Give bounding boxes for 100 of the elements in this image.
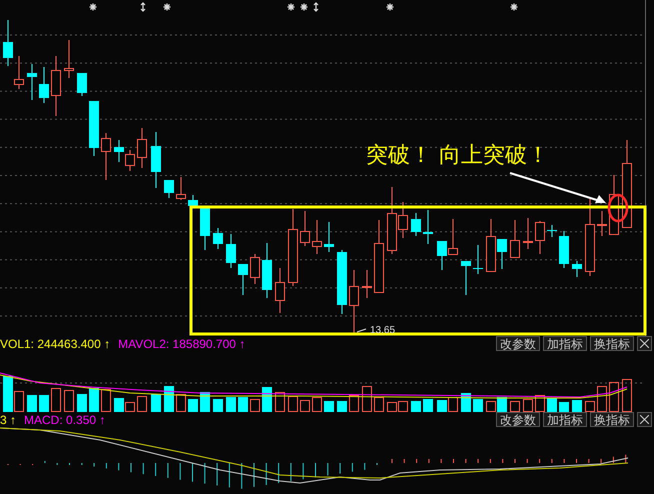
volume-bar bbox=[213, 399, 223, 412]
volume-bar bbox=[497, 397, 507, 412]
volume-bar bbox=[200, 392, 210, 412]
asterisk-icon bbox=[386, 2, 394, 12]
volume-bar bbox=[262, 387, 272, 412]
candlestick bbox=[176, 176, 186, 200]
candlestick bbox=[535, 220, 545, 254]
candlestick bbox=[226, 234, 236, 268]
indicator-button[interactable]: 加指标 bbox=[543, 336, 587, 351]
volume-bar bbox=[324, 401, 334, 412]
volume-bar bbox=[125, 402, 135, 412]
candlestick bbox=[597, 210, 607, 236]
candlestick bbox=[523, 218, 533, 250]
candlestick bbox=[89, 100, 99, 156]
annotation-text: 突破！ 向上突破！ bbox=[366, 143, 549, 168]
volume-bar bbox=[523, 399, 533, 412]
asterisk-icon bbox=[510, 2, 518, 12]
volume-bar bbox=[77, 394, 87, 412]
candlestick bbox=[547, 224, 557, 238]
volume-bar bbox=[437, 400, 447, 412]
candlestick bbox=[362, 270, 372, 298]
volume-bar bbox=[188, 399, 198, 412]
candlestick bbox=[101, 132, 111, 180]
close-icon bbox=[640, 339, 649, 348]
close-button[interactable] bbox=[637, 336, 652, 351]
asterisk-icon bbox=[88, 2, 98, 12]
indicator-value: MACD: 0.350 ↑ bbox=[24, 412, 106, 426]
volume-bar bbox=[398, 401, 408, 412]
candlestick bbox=[64, 40, 74, 78]
volume-bar bbox=[51, 388, 61, 412]
volume-bar bbox=[473, 399, 483, 412]
candlestick bbox=[200, 208, 210, 250]
candlestick bbox=[609, 174, 619, 236]
volume-bar bbox=[559, 402, 569, 412]
volume-bar bbox=[312, 397, 322, 412]
double-arrow-icon bbox=[313, 2, 319, 12]
volume-bar bbox=[609, 382, 619, 412]
candlestick bbox=[349, 270, 359, 336]
volume-bar bbox=[176, 394, 186, 412]
candlestick bbox=[262, 242, 272, 298]
indicator-value: VOL1: 244463.400 ↑ bbox=[0, 336, 110, 350]
candlestick bbox=[473, 244, 483, 274]
indicator-button[interactable]: 改参数 bbox=[496, 412, 540, 427]
candlestick bbox=[188, 194, 198, 208]
volume-bar bbox=[250, 399, 260, 412]
candlestick bbox=[437, 240, 447, 270]
volume-bar bbox=[89, 388, 99, 412]
candlestick bbox=[411, 212, 421, 236]
volume-bar bbox=[238, 397, 248, 412]
volume-bar bbox=[387, 402, 397, 412]
volume-bar bbox=[39, 395, 49, 412]
candlestick bbox=[461, 260, 471, 296]
volume-bar bbox=[585, 401, 595, 412]
candlestick bbox=[337, 250, 347, 314]
volume-bar bbox=[288, 396, 298, 412]
candlestick bbox=[324, 222, 334, 252]
indicator-button[interactable]: 改参数 bbox=[496, 336, 540, 351]
volume-bar bbox=[411, 401, 421, 412]
candlestick bbox=[77, 72, 87, 96]
volume-bar bbox=[27, 395, 37, 412]
volume-bar bbox=[547, 398, 557, 412]
candlestick bbox=[151, 132, 161, 188]
highlight-circle bbox=[608, 194, 628, 222]
volume-bar bbox=[374, 397, 384, 412]
close-icon bbox=[640, 415, 649, 424]
candlestick bbox=[137, 128, 147, 168]
candlestick bbox=[300, 210, 310, 246]
candlestick bbox=[250, 254, 260, 284]
indicator-button[interactable]: 换指标 bbox=[590, 412, 634, 427]
candlestick bbox=[39, 66, 49, 104]
close-button[interactable] bbox=[637, 412, 652, 427]
candlestick bbox=[213, 228, 223, 250]
volume-bar bbox=[597, 386, 607, 412]
volume-bar bbox=[572, 400, 582, 412]
volume-bar bbox=[64, 390, 74, 412]
volume-bar bbox=[151, 394, 161, 412]
candlestick bbox=[275, 268, 285, 314]
volume-bar bbox=[535, 395, 545, 412]
volume-bar bbox=[486, 401, 496, 412]
volume-bar bbox=[349, 395, 359, 412]
candlestick bbox=[510, 220, 520, 258]
volume-bar bbox=[137, 396, 147, 412]
volume-bar bbox=[423, 399, 433, 412]
candlestick bbox=[312, 220, 322, 254]
candlestick bbox=[14, 56, 24, 90]
volume-bar bbox=[300, 400, 310, 412]
volume-bar bbox=[226, 397, 236, 412]
candlestick bbox=[448, 218, 458, 256]
indicator-value: 3 ↑ bbox=[0, 412, 16, 426]
candlestick bbox=[125, 150, 135, 172]
double-arrow-icon bbox=[140, 2, 146, 12]
indicator-button[interactable]: 换指标 bbox=[590, 336, 634, 351]
asterisk-icon bbox=[300, 2, 308, 12]
volume-bar bbox=[510, 401, 520, 412]
asterisk-icon bbox=[286, 2, 296, 12]
candlestick bbox=[51, 56, 61, 116]
asterisk-icon bbox=[162, 2, 172, 12]
volume-bar bbox=[362, 386, 372, 412]
indicator-button[interactable]: 加指标 bbox=[543, 412, 587, 427]
volume-bar bbox=[101, 389, 111, 412]
